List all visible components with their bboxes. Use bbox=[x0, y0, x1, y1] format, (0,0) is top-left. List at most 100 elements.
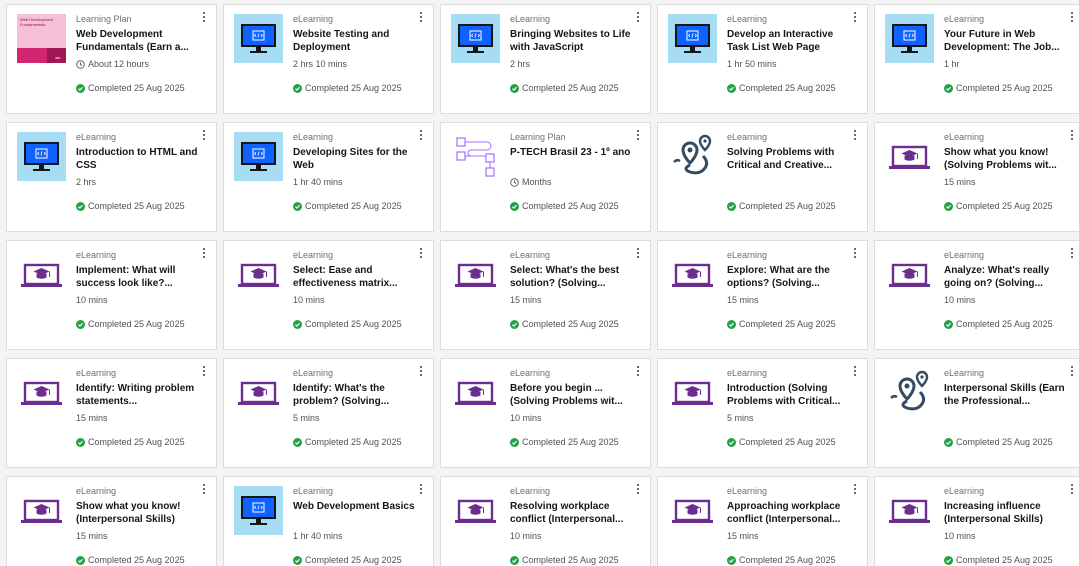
overflow-menu-icon[interactable] bbox=[418, 366, 424, 376]
checkmark-circle-icon bbox=[293, 83, 305, 93]
overflow-menu-icon[interactable] bbox=[635, 366, 641, 376]
overflow-menu-icon[interactable] bbox=[635, 484, 641, 494]
course-title[interactable]: Resolving workplace conflict (Interperso… bbox=[510, 501, 632, 526]
course-card[interactable]: eLearning Increasing influence (Interpers… bbox=[874, 476, 1079, 566]
course-type: eLearning bbox=[727, 486, 768, 496]
graduation-laptop-icon bbox=[451, 250, 500, 299]
course-card[interactable]: eLearning Identify: What's the problem? (… bbox=[223, 358, 434, 468]
course-card[interactable]: eLearning Identify: Writing problem state… bbox=[6, 358, 217, 468]
overflow-menu-icon[interactable] bbox=[1069, 484, 1075, 494]
course-title[interactable]: Introduction (Solving Problems with Crit… bbox=[727, 383, 849, 408]
overflow-menu-icon[interactable] bbox=[201, 366, 207, 376]
course-card[interactable]: eLearning Select: What's the best solutio… bbox=[440, 240, 651, 350]
course-title[interactable]: Develop an Interactive Task List Web Pag… bbox=[727, 29, 849, 54]
overflow-menu-icon[interactable] bbox=[1069, 248, 1075, 258]
status-text: Completed 25 Aug 2025 bbox=[305, 83, 402, 93]
course-card[interactable]: eLearning Select: Ease and effectiveness … bbox=[223, 240, 434, 350]
course-title[interactable]: Implement: What will success look like?.… bbox=[76, 265, 198, 290]
course-card[interactable]: eLearning Your Future in Web Development:… bbox=[874, 4, 1079, 114]
status-text: Completed 25 Aug 2025 bbox=[739, 201, 836, 211]
course-title[interactable]: Solving Problems with Critical and Creat… bbox=[727, 147, 849, 172]
course-card[interactable]: eLearning Solving Problems with Critical … bbox=[657, 122, 868, 232]
overflow-menu-icon[interactable] bbox=[1069, 130, 1075, 140]
course-card[interactable]: eLearning Website Testing and Deployment 2… bbox=[223, 4, 434, 114]
course-title[interactable]: Web Development Basics bbox=[293, 501, 415, 514]
course-title[interactable]: Introduction to HTML and CSS bbox=[76, 147, 198, 172]
course-card[interactable]: eLearning Show what you know! (Interperso… bbox=[6, 476, 217, 566]
overflow-menu-icon[interactable] bbox=[201, 130, 207, 140]
course-title[interactable]: Website Testing and Deployment bbox=[293, 29, 415, 54]
course-card[interactable]: eLearning Developing Sites for the Web 1 h… bbox=[223, 122, 434, 232]
overflow-menu-icon[interactable] bbox=[852, 484, 858, 494]
course-card[interactable]: eLearning Bringing Websites to Life with … bbox=[440, 4, 651, 114]
checkmark-circle-icon bbox=[727, 555, 739, 565]
status-text: Completed 25 Aug 2025 bbox=[88, 83, 185, 93]
duration-text: 15 mins bbox=[76, 531, 108, 541]
overflow-menu-icon[interactable] bbox=[852, 248, 858, 258]
course-title[interactable]: Increasing influence (Interpersonal Skil… bbox=[944, 501, 1066, 526]
course-card[interactable]: eLearning Explore: What are the options? … bbox=[657, 240, 868, 350]
overflow-menu-icon[interactable] bbox=[418, 484, 424, 494]
course-card[interactable]: Web Development Fundamentals IBM Learning … bbox=[6, 4, 217, 114]
graduation-laptop-icon bbox=[668, 486, 717, 535]
course-title[interactable]: Show what you know! (Interpersonal Skill… bbox=[76, 501, 198, 526]
course-title[interactable]: Select: What's the best solution? (Solvi… bbox=[510, 265, 632, 290]
course-title[interactable]: Approaching workplace conflict (Interper… bbox=[727, 501, 849, 526]
course-card[interactable]: eLearning Before you begin ... (Solving P… bbox=[440, 358, 651, 468]
course-duration: 10 mins bbox=[944, 295, 976, 305]
course-card[interactable]: eLearning Resolving workplace conflict (I… bbox=[440, 476, 651, 566]
code-monitor-icon bbox=[451, 14, 500, 63]
overflow-menu-icon[interactable] bbox=[635, 130, 641, 140]
course-card[interactable]: eLearning Analyze: What's really going on… bbox=[874, 240, 1079, 350]
checkmark-circle-icon bbox=[944, 319, 956, 329]
completion-status: Completed 25 Aug 2025 bbox=[944, 555, 1053, 565]
course-duration: 2 hrs bbox=[510, 59, 530, 69]
overflow-menu-icon[interactable] bbox=[201, 248, 207, 258]
completion-status: Completed 25 Aug 2025 bbox=[293, 83, 402, 93]
course-title[interactable]: Identify: Writing problem statements... bbox=[76, 383, 198, 408]
course-title[interactable]: Web Development Fundamentals (Earn a... bbox=[76, 29, 198, 54]
map-pin-icon bbox=[885, 368, 934, 417]
course-title[interactable]: Analyze: What's really going on? (Solvin… bbox=[944, 265, 1066, 290]
course-card[interactable]: eLearning Develop an Interactive Task Lis… bbox=[657, 4, 868, 114]
course-type: eLearning bbox=[727, 368, 768, 378]
course-card[interactable]: eLearning Show what you know! (Solving Pr… bbox=[874, 122, 1079, 232]
status-text: Completed 25 Aug 2025 bbox=[956, 83, 1053, 93]
course-card[interactable]: eLearning Introduction to HTML and CSS 2 h… bbox=[6, 122, 217, 232]
course-title[interactable]: P-TECH Brasil 23 - 1º ano bbox=[510, 147, 632, 160]
course-card[interactable]: Learning Plan P-TECH Brasil 23 - 1º ano Mo… bbox=[440, 122, 651, 232]
course-card[interactable]: eLearning Introduction (Solving Problems … bbox=[657, 358, 868, 468]
course-type: eLearning bbox=[944, 368, 985, 378]
overflow-menu-icon[interactable] bbox=[418, 12, 424, 22]
course-card[interactable]: eLearning Interpersonal Skills (Earn the … bbox=[874, 358, 1079, 468]
overflow-menu-icon[interactable] bbox=[635, 12, 641, 22]
graduation-laptop-icon bbox=[234, 368, 283, 417]
overflow-menu-icon[interactable] bbox=[635, 248, 641, 258]
overflow-menu-icon[interactable] bbox=[852, 130, 858, 140]
course-title[interactable]: Explore: What are the options? (Solving.… bbox=[727, 265, 849, 290]
overflow-menu-icon[interactable] bbox=[418, 130, 424, 140]
overflow-menu-icon[interactable] bbox=[1069, 12, 1075, 22]
course-title[interactable]: Before you begin ... (Solving Problems w… bbox=[510, 383, 632, 408]
course-card[interactable]: eLearning Implement: What will success lo… bbox=[6, 240, 217, 350]
checkmark-circle-icon bbox=[76, 83, 88, 93]
course-title[interactable]: Developing Sites for the Web bbox=[293, 147, 415, 172]
overflow-menu-icon[interactable] bbox=[201, 12, 207, 22]
course-card[interactable]: eLearning Web Development Basics 1 hr 40 m… bbox=[223, 476, 434, 566]
overflow-menu-icon[interactable] bbox=[418, 248, 424, 258]
course-title[interactable]: Bringing Websites to Life with JavaScrip… bbox=[510, 29, 632, 54]
course-card[interactable]: eLearning Approaching workplace conflict … bbox=[657, 476, 868, 566]
course-title[interactable]: Select: Ease and effectiveness matrix... bbox=[293, 265, 415, 290]
course-title[interactable]: Your Future in Web Development: The Job.… bbox=[944, 29, 1066, 54]
clock-icon bbox=[510, 177, 522, 187]
overflow-menu-icon[interactable] bbox=[852, 366, 858, 376]
overflow-menu-icon[interactable] bbox=[1069, 366, 1075, 376]
overflow-menu-icon[interactable] bbox=[852, 12, 858, 22]
graduation-laptop-icon bbox=[234, 250, 283, 299]
status-text: Completed 25 Aug 2025 bbox=[305, 437, 402, 447]
course-title[interactable]: Interpersonal Skills (Earn the Professio… bbox=[944, 383, 1066, 408]
course-title[interactable]: Show what you know! (Solving Problems wi… bbox=[944, 147, 1066, 172]
status-text: Completed 25 Aug 2025 bbox=[522, 201, 619, 211]
overflow-menu-icon[interactable] bbox=[201, 484, 207, 494]
course-title[interactable]: Identify: What's the problem? (Solving..… bbox=[293, 383, 415, 408]
